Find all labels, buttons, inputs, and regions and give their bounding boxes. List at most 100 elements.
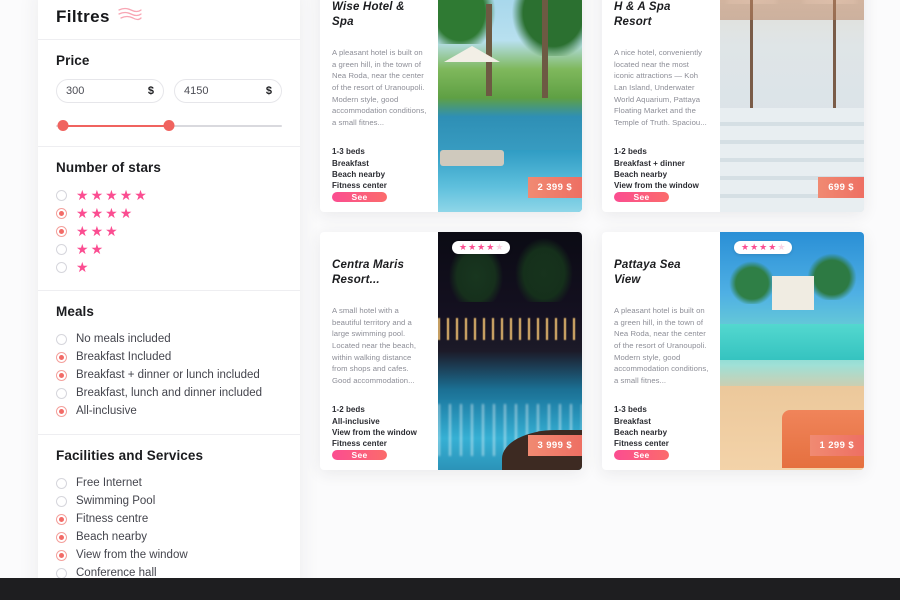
stars-option-3[interactable]: ★ ★ ★ — [56, 222, 282, 240]
radio-icon[interactable] — [56, 477, 67, 489]
slider-fill — [62, 125, 169, 127]
slider-handle-min[interactable] — [57, 120, 69, 131]
hotel-card[interactable]: Pattaya Sea View A pleasant hotel is buil… — [602, 232, 864, 470]
meals-option-3[interactable]: Breakfast, lunch and dinner included — [56, 384, 282, 402]
facilities-option-label: View from the window — [76, 549, 188, 561]
stars-display-1: ★ — [76, 260, 89, 274]
radio-icon[interactable] — [56, 333, 67, 345]
amenity-item: Fitness center — [332, 181, 387, 191]
radio-icon[interactable] — [56, 405, 67, 417]
hotel-card-info: Wise Hotel & Spa A pleasant hotel is buil… — [320, 0, 438, 212]
stars-option-5[interactable]: ★ ★ ★ ★ ★ — [56, 186, 282, 204]
hotel-results-grid: Wise Hotel & Spa A pleasant hotel is buil… — [320, 0, 865, 490]
radio-icon[interactable] — [56, 351, 67, 363]
hotel-card[interactable]: H & A Spa Resort A nice hotel, convenient… — [602, 0, 864, 212]
hotel-amenities: 1-2 beds All-inclusive View from the windo… — [332, 404, 428, 449]
squiggle-decoration-icon — [117, 6, 143, 27]
star-icon: ★ — [90, 187, 104, 203]
hotel-image-area: ★★★★★699 $ — [720, 0, 864, 212]
stars-display-3: ★ ★ ★ — [76, 224, 118, 238]
price-max-field[interactable]: $ — [174, 79, 282, 103]
radio-icon[interactable] — [56, 495, 67, 507]
star-icon: ★ — [76, 205, 89, 221]
hotel-name: Wise Hotel & Spa — [332, 1, 405, 29]
stars-option-4[interactable]: ★ ★ ★ ★ — [56, 204, 282, 222]
star-icon: ★ — [76, 241, 89, 257]
facilities-option-0[interactable]: Free Internet — [56, 474, 282, 492]
hotel-search-page: Filtres Price $ $ — [0, 0, 900, 600]
facilities-option-2[interactable]: Fitness centre — [56, 510, 282, 528]
amenity-item: 1-3 beds — [614, 405, 647, 415]
hotel-card-info: Pattaya Sea View A pleasant hotel is buil… — [602, 232, 720, 470]
facilities-heading: Facilities and Services — [56, 448, 204, 463]
radio-icon[interactable] — [56, 567, 67, 579]
star-icon: ★ — [119, 187, 133, 203]
see-button[interactable]: See — [332, 449, 387, 460]
meals-option-2[interactable]: Breakfast + dinner or lunch included — [56, 366, 282, 384]
facilities-option-4[interactable]: View from the window — [56, 546, 282, 564]
price-min-input[interactable] — [66, 85, 136, 97]
see-button[interactable]: See — [614, 191, 669, 202]
hotel-name: Pattaya Sea View — [614, 259, 681, 287]
price-badge: 2 399 $ — [527, 177, 582, 198]
radio-icon[interactable] — [56, 387, 67, 399]
amenity-item: Breakfast — [614, 416, 651, 426]
price-heading: Price — [56, 53, 90, 68]
filters-header: Filtres — [38, 0, 300, 40]
price-range-slider[interactable] — [56, 120, 282, 132]
price-badge: 699 $ — [818, 177, 864, 198]
stars-option-2[interactable]: ★ ★ — [56, 240, 282, 258]
meals-option-label: No meals included — [76, 333, 171, 345]
slider-handle-max[interactable] — [163, 120, 175, 131]
star-filled-icon: ★ — [768, 242, 777, 252]
see-button[interactable]: See — [332, 191, 387, 202]
radio-icon[interactable] — [56, 513, 67, 525]
radio-icon[interactable] — [56, 369, 67, 381]
star-icon: ★ — [76, 223, 89, 239]
facilities-filter-section: Facilities and Services Free Internet Swi… — [38, 435, 300, 600]
hotel-description: A nice hotel, conveniently located near … — [614, 48, 707, 127]
radio-icon[interactable] — [56, 225, 67, 237]
radio-icon[interactable] — [56, 549, 67, 561]
amenity-item: Fitness center — [614, 439, 669, 449]
stars-option-1[interactable]: ★ — [56, 258, 282, 276]
meals-option-label: Breakfast Included — [76, 351, 172, 363]
see-button[interactable]: See — [614, 449, 669, 460]
stars-display-5: ★ ★ ★ ★ ★ — [76, 188, 147, 202]
filters-sidebar: Filtres Price $ $ — [38, 0, 300, 600]
price-min-field[interactable]: $ — [56, 79, 164, 103]
price-inputs-row: $ $ — [56, 79, 282, 103]
stars-display-4: ★ ★ ★ ★ — [76, 206, 132, 220]
amenity-item: Beach nearby — [614, 169, 668, 179]
star-rating-badge: ★ ★ ★ ★ ★ — [734, 241, 793, 254]
meals-option-4[interactable]: All-inclusive — [56, 402, 282, 420]
facilities-options-list: Free Internet Swimming Pool Fitness centre… — [56, 474, 282, 582]
star-icon: ★ — [134, 187, 147, 203]
hotel-image-area: ★ ★ ★ ★ ★ 1 299 $ — [720, 232, 864, 470]
price-max-input[interactable] — [184, 85, 254, 97]
meals-heading: Meals — [56, 304, 95, 319]
page-footer — [0, 578, 900, 600]
hotel-card[interactable]: Centra Maris Resort... A small hotel with… — [320, 232, 582, 470]
hotel-card[interactable]: Wise Hotel & Spa A pleasant hotel is buil… — [320, 0, 582, 212]
star-empty-icon: ★ — [495, 242, 504, 252]
facilities-option-label: Fitness centre — [76, 513, 149, 525]
price-badge: 1 299 $ — [809, 435, 864, 456]
amenity-item: View from the window — [614, 181, 699, 191]
star-icon: ★ — [90, 223, 104, 239]
hotel-image-area: ★ ★ ★ ★ ★ 3 999 $ — [438, 232, 582, 470]
amenity-item: Beach nearby — [614, 427, 668, 437]
radio-icon[interactable] — [56, 243, 67, 255]
meals-option-1[interactable]: Breakfast Included — [56, 348, 282, 366]
meals-option-0[interactable]: No meals included — [56, 330, 282, 348]
radio-icon[interactable] — [56, 189, 67, 201]
facilities-option-1[interactable]: Swimming Pool — [56, 492, 282, 510]
radio-icon[interactable] — [56, 207, 67, 219]
currency-symbol-max: $ — [265, 85, 272, 97]
hotel-card-info: H & A Spa Resort A nice hotel, convenient… — [602, 0, 720, 212]
radio-icon[interactable] — [56, 531, 67, 543]
facilities-option-3[interactable]: Beach nearby — [56, 528, 282, 546]
hotel-image-area: ★★★★★2 399 $ — [438, 0, 582, 212]
radio-icon[interactable] — [56, 261, 67, 273]
amenity-item: 1-2 beds — [614, 147, 647, 157]
